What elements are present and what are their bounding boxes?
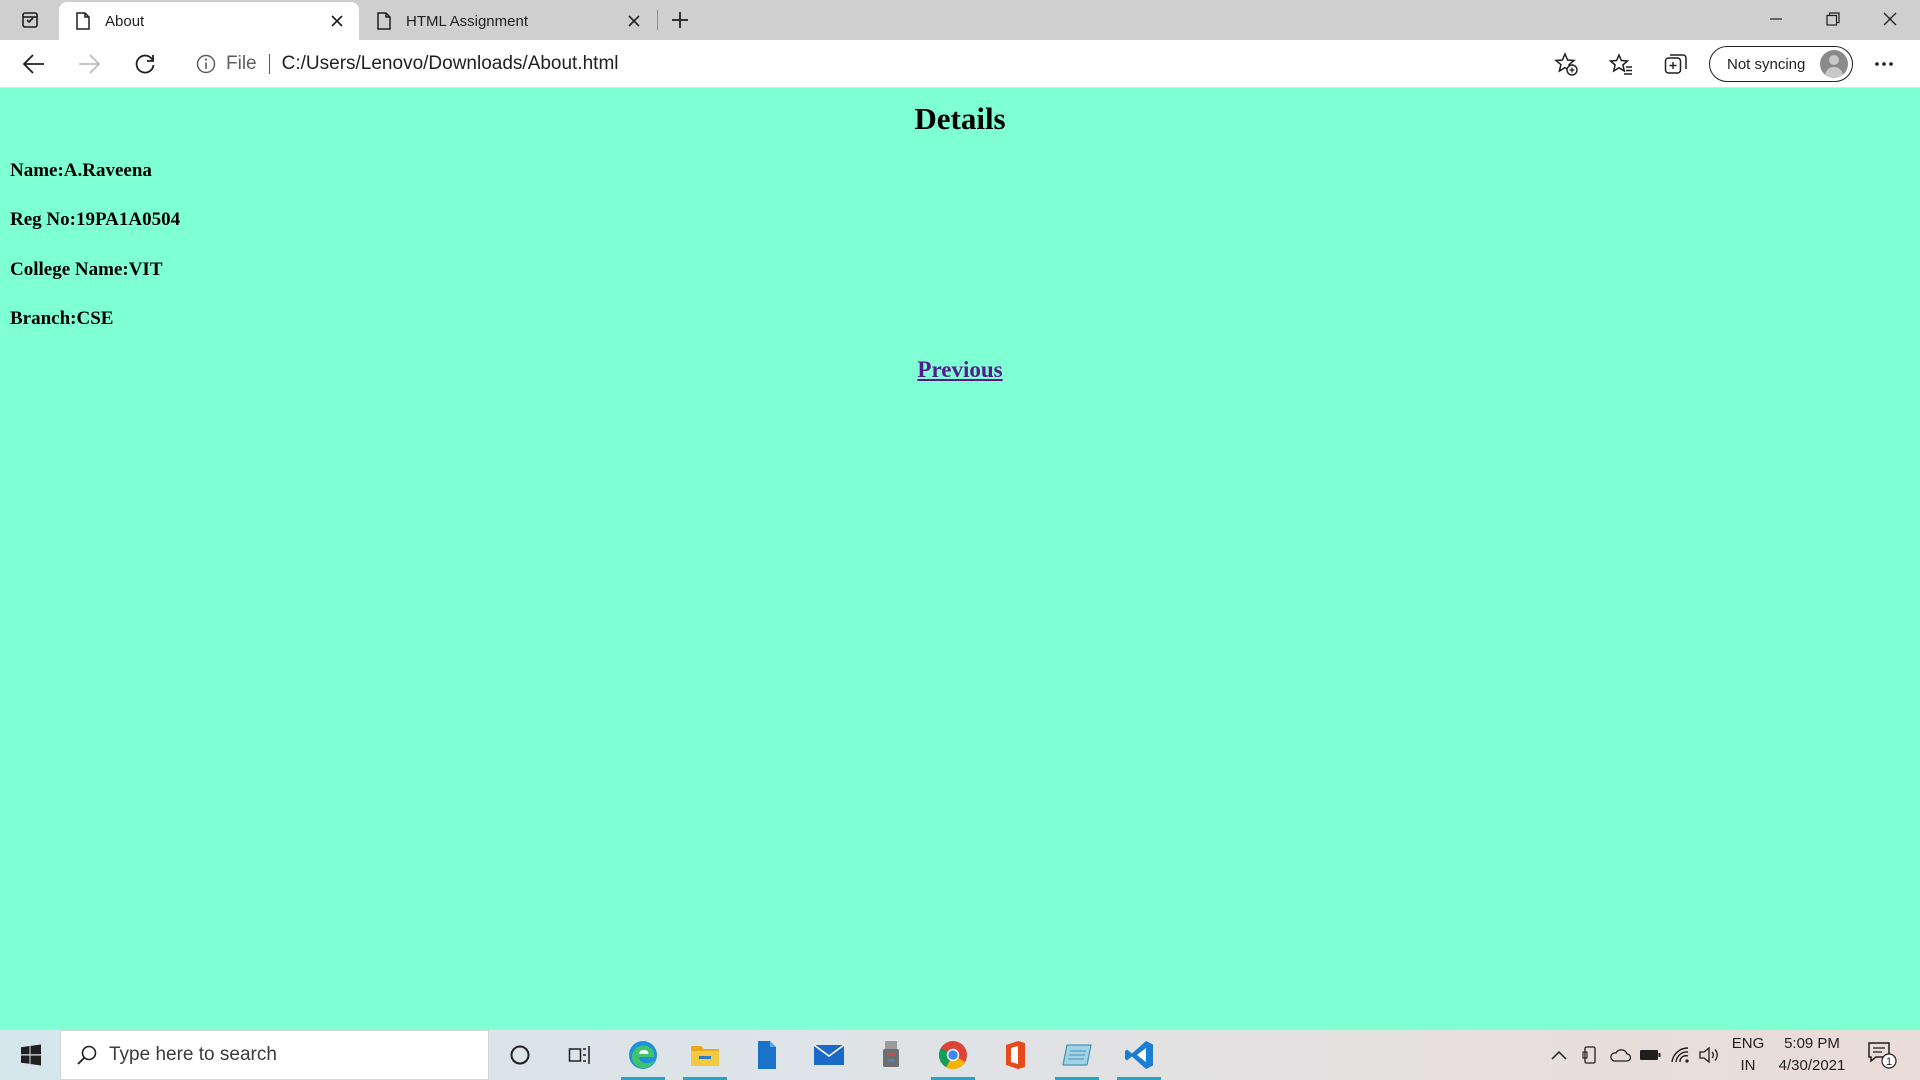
- profile-button[interactable]: Not syncing: [1709, 46, 1853, 82]
- edge-icon: [629, 1041, 657, 1069]
- notification-icon: 1: [1868, 1042, 1897, 1069]
- vscode-icon: [1125, 1041, 1153, 1069]
- info-icon[interactable]: [196, 54, 216, 74]
- chrome-icon: [939, 1041, 967, 1069]
- tab-title: About: [105, 12, 145, 30]
- taskbar-file-explorer[interactable]: [677, 1030, 733, 1080]
- scheme-label: File: [226, 53, 257, 74]
- tray-onedrive[interactable]: [1606, 1030, 1634, 1080]
- page-title: Details: [914, 101, 1006, 136]
- region-code: IN: [1740, 1057, 1756, 1074]
- office-icon: [1006, 1041, 1025, 1069]
- add-favorite-icon[interactable]: [1548, 46, 1584, 82]
- back-arrow-icon: [23, 54, 44, 74]
- cortana-button[interactable]: [492, 1030, 548, 1080]
- favorites-icon: [1609, 53, 1632, 75]
- restore-button[interactable]: [1805, 0, 1861, 38]
- tab-separator: [657, 10, 658, 30]
- clock-date: 4/30/2021: [1778, 1057, 1846, 1074]
- tray-wifi[interactable]: [1666, 1030, 1694, 1080]
- mail-icon: [813, 1044, 845, 1065]
- detail-college-name: College Name:VIT: [10, 259, 163, 280]
- show-hidden-icons-button[interactable]: [1548, 1030, 1570, 1080]
- more-dots-icon: [1875, 62, 1893, 66]
- avatar: [1820, 50, 1848, 78]
- address-divider: [268, 54, 270, 74]
- url-text[interactable]: C:/Users/Lenovo/Downloads/About.html: [282, 53, 1548, 75]
- previous-link[interactable]: Previous: [917, 357, 1002, 382]
- tab-actions-menu-button[interactable]: [12, 6, 48, 34]
- tab-title: HTML Assignment: [406, 12, 528, 30]
- close-tab-icon[interactable]: [620, 7, 648, 35]
- clock-time: 5:09 PM: [1784, 1035, 1840, 1052]
- clock[interactable]: 5:09 PM 4/30/2021: [1772, 1033, 1852, 1077]
- volume-icon: [1699, 1046, 1718, 1064]
- forward-arrow-icon: [79, 54, 100, 74]
- detail-branch: Branch:CSE: [10, 308, 114, 329]
- search-icon: [75, 1043, 99, 1067]
- taskbar-edge[interactable]: [615, 1030, 671, 1080]
- browser-toolbar: File C:/Users/Lenovo/Downloads/About.htm…: [0, 40, 1920, 88]
- taskbar-notepad[interactable]: [1049, 1030, 1105, 1080]
- input-language-indicator[interactable]: ENG IN: [1728, 1033, 1768, 1077]
- detail-name: Name:A.Raveena: [10, 160, 152, 181]
- tab-about[interactable]: About: [59, 2, 359, 40]
- collections-icon: [1664, 54, 1687, 74]
- usb-icon: [883, 1041, 899, 1067]
- files-icon: [758, 1041, 776, 1069]
- task-view-icon: [568, 1046, 590, 1064]
- refresh-button[interactable]: [127, 46, 163, 82]
- refresh-icon: [135, 54, 155, 74]
- plus-icon: [672, 12, 688, 28]
- tray-volume[interactable]: [1696, 1030, 1724, 1080]
- detail-reg-no: Reg No:19PA1A0504: [10, 209, 181, 230]
- onedrive-cloud-icon: [1610, 1049, 1631, 1062]
- previous-link-container: Previous: [0, 357, 1920, 383]
- taskbar-vscode[interactable]: [1111, 1030, 1167, 1080]
- forward-button[interactable]: [71, 46, 107, 82]
- tray-device[interactable]: [1578, 1030, 1602, 1080]
- task-view-button[interactable]: [552, 1030, 608, 1080]
- tab-html-assignment[interactable]: HTML Assignment: [360, 2, 656, 40]
- new-tab-button[interactable]: [664, 4, 696, 36]
- minimize-button[interactable]: [1748, 0, 1804, 38]
- notification-count: 1: [1886, 1056, 1892, 1068]
- notepad-icon: [1062, 1044, 1092, 1066]
- settings-more-button[interactable]: [1866, 46, 1902, 82]
- address-bar[interactable]: File C:/Users/Lenovo/Downloads/About.htm…: [180, 45, 1588, 83]
- collections-button[interactable]: [1658, 46, 1694, 82]
- device-icon: [1582, 1046, 1596, 1064]
- windows-logo-icon: [21, 1044, 41, 1066]
- taskbar: Type here to search ENG IN 5:09 PM 4/30/…: [0, 1030, 1920, 1080]
- close-tab-icon[interactable]: [323, 7, 351, 35]
- tab-strip: About HTML Assignment: [0, 0, 1920, 40]
- search-placeholder: Type here to search: [109, 1044, 277, 1065]
- tray-battery[interactable]: [1636, 1030, 1664, 1080]
- action-center-button[interactable]: 1: [1862, 1030, 1902, 1080]
- battery-icon: [1640, 1050, 1661, 1060]
- restore-icon: [1826, 12, 1840, 26]
- page-content: Details Name:A.Raveena Reg No:19PA1A0504…: [0, 88, 1920, 1030]
- language-code: ENG: [1731, 1035, 1765, 1052]
- cortana-icon: [510, 1045, 530, 1065]
- sync-status-label: Not syncing: [1727, 55, 1806, 73]
- taskbar-files[interactable]: [739, 1030, 795, 1080]
- favorites-button[interactable]: [1603, 46, 1639, 82]
- minimize-icon: [1770, 18, 1782, 20]
- back-button[interactable]: [16, 46, 52, 82]
- taskbar-office[interactable]: [987, 1030, 1043, 1080]
- chevron-up-icon: [1551, 1050, 1567, 1060]
- taskbar-mail[interactable]: [801, 1030, 857, 1080]
- file-explorer-icon: [691, 1046, 719, 1066]
- page-icon: [73, 11, 93, 31]
- close-icon: [1883, 12, 1897, 26]
- wifi-icon: [1671, 1047, 1689, 1063]
- tab-actions-icon: [22, 12, 38, 28]
- close-window-button[interactable]: [1862, 0, 1918, 38]
- start-button[interactable]: [8, 1035, 54, 1075]
- taskbar-chrome[interactable]: [925, 1030, 981, 1080]
- page-icon: [374, 11, 394, 31]
- taskbar-usb-device[interactable]: [863, 1030, 919, 1080]
- taskbar-search-box[interactable]: Type here to search: [60, 1030, 489, 1080]
